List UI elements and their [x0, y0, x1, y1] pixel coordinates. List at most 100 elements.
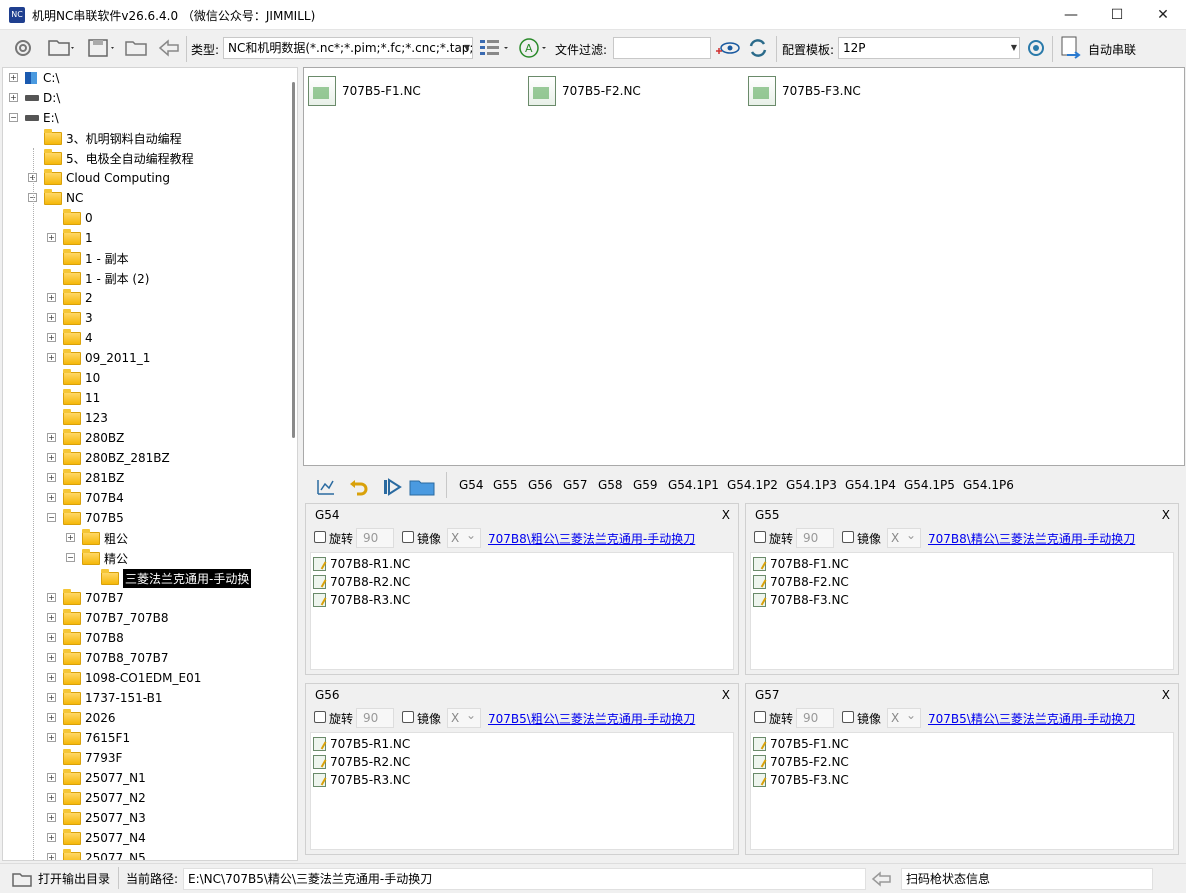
auto-serial-button[interactable]: 自动串联	[1088, 41, 1136, 58]
tree-folder[interactable]: 25077_N4	[63, 828, 146, 848]
program-path-link[interactable]: 707B8\精公\三菱法兰克通用-手动换刀	[928, 530, 1135, 547]
open-folder-icon[interactable]	[44, 35, 80, 61]
refresh-icon[interactable]	[744, 35, 772, 61]
font-a-icon[interactable]: A	[516, 35, 550, 61]
tab-coordinate[interactable]: G54.1P5	[904, 478, 955, 492]
tree-folder[interactable]: 123	[63, 408, 108, 428]
tab-coordinate[interactable]: G54.1P1	[668, 478, 719, 492]
tree-folder[interactable]: 707B4	[63, 488, 124, 508]
rotate-checkbox[interactable]	[314, 711, 326, 723]
tree-drive[interactable]: D:\	[25, 88, 60, 108]
folder-icon[interactable]	[407, 474, 437, 500]
tree-folder[interactable]: 25077_N2	[63, 788, 146, 808]
tree-expander[interactable]: +	[47, 853, 56, 860]
tree-expander[interactable]: −	[9, 113, 18, 122]
tree-folder[interactable]: 281BZ	[63, 468, 124, 488]
current-path-field[interactable]: E:\NC\707B5\精公\三菱法兰克通用-手动换刀	[183, 868, 866, 890]
tree-expander[interactable]: +	[47, 493, 56, 502]
tree-folder[interactable]: 3、机明钢料自动编程	[44, 128, 182, 148]
tab-coordinate[interactable]: G54.1P3	[786, 478, 837, 492]
tree-folder[interactable]: 707B8_707B7	[63, 648, 169, 668]
list-item[interactable]: 707B5-F2.NC	[753, 753, 849, 771]
tab-coordinate[interactable]: G57	[563, 478, 588, 492]
tree-folder[interactable]: 2	[63, 288, 93, 308]
template-settings-icon[interactable]	[1023, 35, 1049, 61]
panel-close-button[interactable]: X	[722, 508, 730, 522]
type-select[interactable]: NC和机明数据(*.nc*;*.pim;*.fc;*.cnc;*.tap; ▼	[223, 37, 473, 59]
tree-expander[interactable]: +	[47, 693, 56, 702]
tree-folder[interactable]: 粗公	[82, 528, 128, 548]
rotate-angle-input[interactable]: 90	[356, 528, 394, 548]
tree-folder[interactable]: 3	[63, 308, 93, 328]
panel-close-button[interactable]: X	[1162, 508, 1170, 522]
tree-folder[interactable]: 2026	[63, 708, 116, 728]
list-item[interactable]: 707B5-F1.NC	[753, 735, 849, 753]
panel-file-list[interactable]: 707B8-F1.NC 707B8-F2.NC 707B8-F3.NC	[750, 552, 1174, 670]
save-icon[interactable]	[84, 35, 120, 61]
tree-expander[interactable]: +	[47, 313, 56, 322]
tree-expander[interactable]: +	[47, 713, 56, 722]
tree-folder[interactable]: 1737-151-B1	[63, 688, 163, 708]
tree-folder[interactable]: 707B7	[63, 588, 124, 608]
tree-folder[interactable]: 1098-CO1EDM_E01	[63, 668, 201, 688]
folder-tree[interactable]: + C:\ + D:\ − E:\ 3、机明钢料自动编程 5、电极全自动编程教程 + Cloud …	[2, 67, 298, 861]
panel-file-list[interactable]: 707B5-F1.NC 707B5-F2.NC 707B5-F3.NC	[750, 732, 1174, 850]
tree-scrollbar[interactable]	[289, 68, 297, 860]
template-select[interactable]: 12P ▼	[838, 37, 1020, 59]
tree-expander[interactable]: +	[47, 773, 56, 782]
tree-folder[interactable]: 4	[63, 328, 93, 348]
filter-input[interactable]	[613, 37, 711, 59]
run-icon[interactable]	[379, 474, 405, 500]
panel-close-button[interactable]: X	[1162, 688, 1170, 702]
tree-expander[interactable]: +	[47, 673, 56, 682]
rotate-checkbox[interactable]	[314, 531, 326, 543]
tab-coordinate[interactable]: G54.1P6	[963, 478, 1014, 492]
back-arrow-icon[interactable]	[868, 866, 896, 892]
tree-folder[interactable]: Cloud Computing	[44, 168, 170, 188]
mirror-axis-select[interactable]: X ⌄	[887, 528, 921, 548]
tree-folder[interactable]: 7615F1	[63, 728, 130, 748]
tab-coordinate[interactable]: G55	[493, 478, 518, 492]
tab-coordinate[interactable]: G58	[598, 478, 623, 492]
tree-expander[interactable]: +	[9, 73, 18, 82]
list-item[interactable]: 707B5-R3.NC	[313, 771, 410, 789]
tab-coordinate[interactable]: G59	[633, 478, 658, 492]
panel-close-button[interactable]: X	[722, 688, 730, 702]
tree-expander[interactable]: +	[47, 353, 56, 362]
rotate-checkbox[interactable]	[754, 531, 766, 543]
tree-expander[interactable]: −	[47, 513, 56, 522]
tab-coordinate[interactable]: G56	[528, 478, 553, 492]
list-item[interactable]: 707B8-R3.NC	[313, 591, 410, 609]
tree-expander[interactable]: +	[47, 633, 56, 642]
tab-coordinate[interactable]: G54	[459, 478, 484, 492]
tree-folder[interactable]: 1	[63, 228, 93, 248]
tree-drive[interactable]: C:\	[25, 68, 59, 88]
eye-filter-icon[interactable]	[713, 35, 743, 61]
file-view[interactable]: 707B5-F1.NC 707B5-F2.NC 707B5-F3.NC	[303, 67, 1185, 466]
rotate-angle-input[interactable]: 90	[796, 528, 834, 548]
mirror-checkbox[interactable]	[842, 531, 854, 543]
tree-folder[interactable]: 0	[63, 208, 93, 228]
mirror-checkbox[interactable]	[402, 711, 414, 723]
list-item[interactable]: 707B8-R1.NC	[313, 555, 410, 573]
file-item[interactable]: 707B5-F3.NC	[748, 74, 861, 108]
mirror-checkbox[interactable]	[402, 531, 414, 543]
mirror-axis-select[interactable]: X ⌄	[447, 708, 481, 728]
minimize-button[interactable]: —	[1048, 0, 1094, 30]
tree-folder[interactable]: 707B5	[63, 508, 124, 528]
tree-expander[interactable]: +	[47, 793, 56, 802]
tree-folder[interactable]: 25077_N3	[63, 808, 146, 828]
program-path-link[interactable]: 707B8\粗公\三菱法兰克通用-手动换刀	[488, 530, 695, 547]
tree-folder[interactable]: NC	[44, 188, 83, 208]
maximize-button[interactable]: ☐	[1094, 0, 1140, 30]
open-output-folder-icon[interactable]	[10, 866, 34, 892]
tree-expander[interactable]: +	[47, 293, 56, 302]
list-view-icon[interactable]	[476, 35, 512, 61]
tree-expander[interactable]: −	[66, 553, 75, 562]
tree-expander[interactable]: +	[9, 93, 18, 102]
tree-folder[interactable]: 三菱法兰克通用-手动换	[101, 568, 252, 588]
tree-folder[interactable]: 707B7_707B8	[63, 608, 169, 628]
tree-expander[interactable]: +	[47, 653, 56, 662]
tree-folder[interactable]: 11	[63, 388, 100, 408]
tree-drive[interactable]: E:\	[25, 108, 59, 128]
